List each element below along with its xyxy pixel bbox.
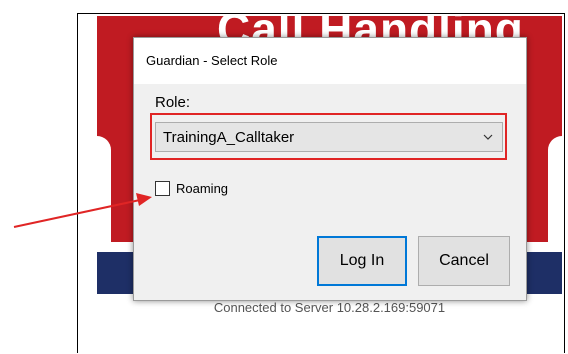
arrow-icon	[13, 193, 152, 228]
